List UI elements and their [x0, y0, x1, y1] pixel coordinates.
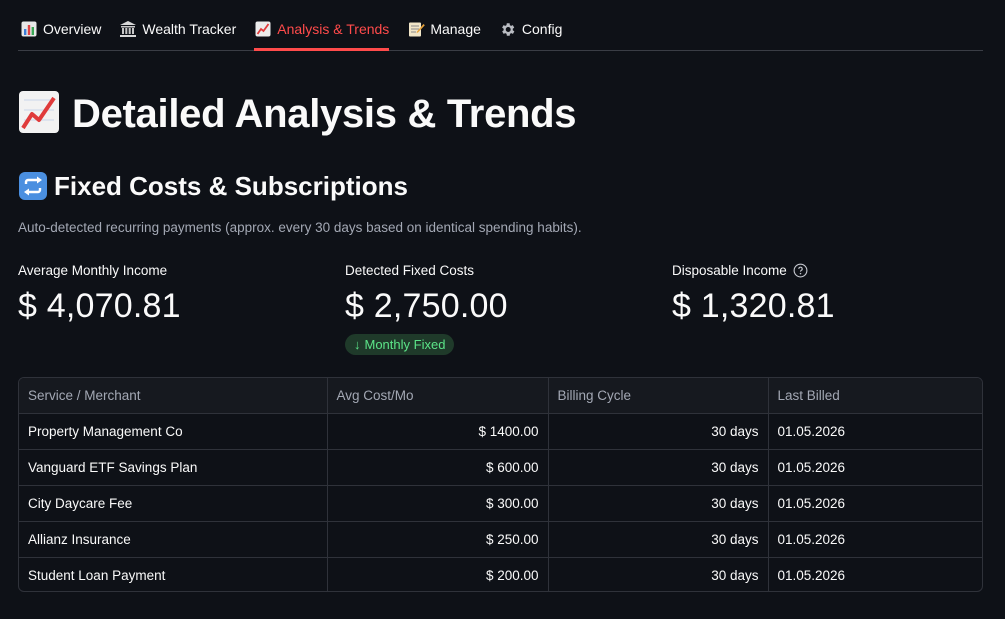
- column-header[interactable]: Avg Cost/Mo: [327, 378, 549, 414]
- merchant-cell[interactable]: City Daycare Fee: [19, 485, 328, 522]
- table-row: Property Management Co $ 1400.00 30 days…: [19, 413, 982, 450]
- table-header-row: Service / Merchant Avg Cost/Mo Billing C…: [19, 378, 982, 414]
- cost-cell[interactable]: $ 250.00: [327, 521, 549, 558]
- metric-label-row: Disposable Income: [672, 260, 835, 280]
- tab-label: Analysis & Trends: [277, 21, 390, 37]
- section-caption: Auto-detected recurring payments (approx…: [18, 220, 582, 235]
- metric-value: $ 4,070.81: [18, 287, 181, 325]
- column-header[interactable]: Last Billed: [768, 378, 982, 414]
- tab-label: Config: [521, 21, 563, 37]
- last-billed-cell[interactable]: 01.05.2026: [768, 449, 982, 486]
- metric-label: Detected Fixed Costs: [345, 262, 475, 278]
- tab-label: Manage: [430, 21, 481, 37]
- page-title: Detailed Analysis & Trends: [18, 84, 577, 144]
- memo-icon: [407, 20, 425, 38]
- cost-cell[interactable]: $ 300.00: [327, 485, 549, 522]
- repeat-icon: [18, 171, 48, 201]
- tab-bar: Overview Wealth Tracker Analysis & Trend…: [18, 8, 983, 51]
- merchant-cell[interactable]: Vanguard ETF Savings Plan: [19, 449, 328, 486]
- last-billed-cell[interactable]: 01.05.2026: [768, 485, 982, 522]
- last-billed-cell[interactable]: 01.05.2026: [768, 521, 982, 558]
- cycle-cell[interactable]: 30 days: [548, 413, 769, 450]
- app-page: Overview Wealth Tracker Analysis & Trend…: [0, 0, 1005, 619]
- metric-delta-badge: ↓ Monthly Fixed: [345, 334, 455, 355]
- table-row: Vanguard ETF Savings Plan $ 600.00 30 da…: [19, 449, 982, 486]
- merchant-cell[interactable]: Student Loan Payment: [19, 557, 328, 591]
- column-header[interactable]: Billing Cycle: [548, 378, 769, 414]
- merchant-cell[interactable]: Property Management Co: [19, 413, 328, 450]
- metric-average-monthly-income: Average Monthly Income $ 4,070.81: [18, 260, 181, 326]
- metric-detected-fixed-costs: Detected Fixed Costs $ 2,750.00 ↓ Monthl…: [345, 260, 508, 355]
- section-title-text: Fixed Costs & Subscriptions: [54, 170, 408, 201]
- cost-cell[interactable]: $ 600.00: [327, 449, 549, 486]
- tab-analysis-trends[interactable]: Analysis & Trends: [254, 8, 390, 51]
- arrow-down-icon: ↓: [354, 337, 361, 352]
- table-row: Allianz Insurance $ 250.00 30 days 01.05…: [19, 521, 982, 558]
- tab-label: Wealth Tracker: [142, 21, 237, 37]
- tab-manage[interactable]: Manage: [407, 8, 481, 50]
- page-title-text: Detailed Analysis & Trends: [72, 91, 577, 136]
- metric-disposable-income: Disposable Income $ 1,320.81: [672, 260, 835, 326]
- merchant-cell[interactable]: Allianz Insurance: [19, 521, 328, 558]
- bar-chart-icon: [20, 20, 38, 38]
- gear-icon: [499, 20, 517, 38]
- bank-icon: [119, 20, 137, 38]
- last-billed-cell[interactable]: 01.05.2026: [768, 558, 982, 592]
- cycle-cell[interactable]: 30 days: [548, 449, 769, 486]
- cycle-cell[interactable]: 30 days: [548, 557, 769, 591]
- tab-label: Overview: [43, 21, 102, 37]
- trend-up-chart-icon: [254, 20, 272, 38]
- last-billed-cell[interactable]: 01.05.2026: [768, 413, 982, 450]
- cost-cell[interactable]: $ 1400.00: [327, 413, 549, 450]
- cycle-cell[interactable]: 30 days: [548, 521, 769, 558]
- metric-label: Disposable Income: [672, 262, 787, 278]
- column-header[interactable]: Service / Merchant: [19, 378, 328, 414]
- table-row: City Daycare Fee $ 300.00 30 days 01.05.…: [19, 485, 982, 522]
- tab-wealth-tracker[interactable]: Wealth Tracker: [119, 8, 236, 50]
- metric-delta-text: Monthly Fixed: [364, 337, 446, 352]
- help-icon[interactable]: [793, 263, 808, 278]
- cycle-cell[interactable]: 30 days: [548, 485, 769, 522]
- tab-overview[interactable]: Overview: [20, 8, 101, 50]
- table-row: Student Loan Payment $ 200.00 30 days 01…: [19, 557, 982, 592]
- metric-label: Average Monthly Income: [18, 262, 168, 278]
- tab-config[interactable]: Config: [499, 8, 562, 50]
- metric-value: $ 1,320.81: [672, 287, 835, 325]
- cost-cell[interactable]: $ 200.00: [327, 557, 549, 591]
- metric-value: $ 2,750.00: [345, 287, 508, 325]
- fixed-costs-table[interactable]: Service / Merchant Avg Cost/Mo Billing C…: [18, 377, 983, 592]
- trend-up-chart-icon: [18, 90, 62, 138]
- section-title: Fixed Costs & Subscriptions: [18, 166, 408, 206]
